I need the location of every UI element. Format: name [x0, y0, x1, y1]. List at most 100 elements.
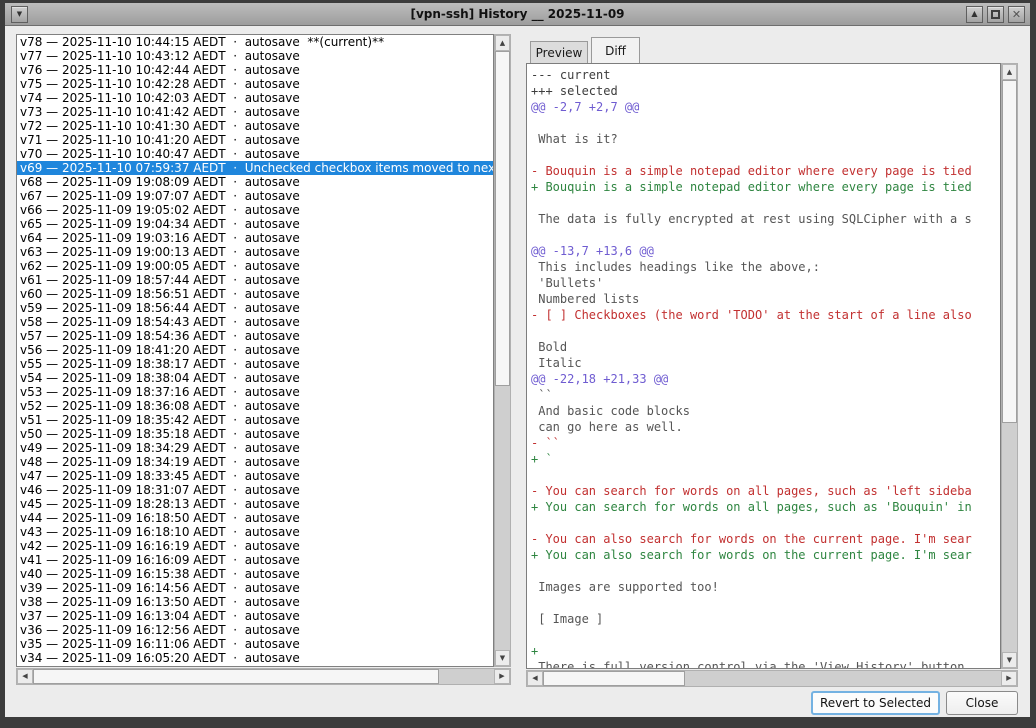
- diff-line: Italic: [531, 355, 1000, 371]
- diff-line: [531, 515, 1000, 531]
- diff-line: [531, 563, 1000, 579]
- scroll-left-arrow-icon[interactable]: ◀: [527, 671, 543, 686]
- history-row[interactable]: v62 — 2025-11-09 19:00:05 AEDT · autosav…: [17, 259, 493, 273]
- scrollbar-track[interactable]: [495, 51, 510, 650]
- history-row[interactable]: v40 — 2025-11-09 16:15:38 AEDT · autosav…: [17, 567, 493, 581]
- history-row[interactable]: v72 — 2025-11-10 10:41:30 AEDT · autosav…: [17, 119, 493, 133]
- history-row[interactable]: v57 — 2025-11-09 18:54:36 AEDT · autosav…: [17, 329, 493, 343]
- history-row[interactable]: v53 — 2025-11-09 18:37:16 AEDT · autosav…: [17, 385, 493, 399]
- maximize-button[interactable]: [987, 6, 1004, 23]
- history-row[interactable]: v78 — 2025-11-10 10:44:15 AEDT · autosav…: [17, 35, 493, 49]
- history-row[interactable]: v58 — 2025-11-09 18:54:43 AEDT · autosav…: [17, 315, 493, 329]
- history-row[interactable]: v50 — 2025-11-09 18:35:18 AEDT · autosav…: [17, 427, 493, 441]
- history-row[interactable]: v59 — 2025-11-09 18:56:44 AEDT · autosav…: [17, 301, 493, 315]
- scroll-down-arrow-icon[interactable]: ▼: [495, 650, 510, 666]
- diff-line: - [ ] Checkboxes (the word 'TODO' at the…: [531, 307, 1000, 323]
- tab-preview-label: Preview: [536, 46, 583, 60]
- history-row[interactable]: v33 — 2025-11-09 16:05:01 AEDT · autosav…: [17, 665, 493, 667]
- scrollbar-thumb[interactable]: [33, 669, 439, 684]
- history-row[interactable]: v35 — 2025-11-09 16:11:06 AEDT · autosav…: [17, 637, 493, 651]
- shade-button[interactable]: ▲: [966, 6, 983, 23]
- diff-line: +: [531, 643, 1000, 659]
- diff-line: Bold: [531, 339, 1000, 355]
- history-row[interactable]: v60 — 2025-11-09 18:56:51 AEDT · autosav…: [17, 287, 493, 301]
- history-row[interactable]: v36 — 2025-11-09 16:12:56 AEDT · autosav…: [17, 623, 493, 637]
- scrollbar-thumb[interactable]: [1002, 80, 1017, 423]
- scroll-left-arrow-icon[interactable]: ◀: [17, 669, 33, 684]
- scrollbar-track[interactable]: [543, 671, 1001, 686]
- scrollbar-track[interactable]: [1002, 80, 1017, 652]
- history-row[interactable]: v69 — 2025-11-10 07:59:37 AEDT · Uncheck…: [17, 161, 493, 175]
- scrollbar-thumb[interactable]: [543, 671, 685, 686]
- scroll-right-arrow-icon[interactable]: ▶: [494, 669, 510, 684]
- diff-line: [531, 595, 1000, 611]
- history-row[interactable]: v76 — 2025-11-10 10:42:44 AEDT · autosav…: [17, 63, 493, 77]
- diff-line: [ Image ]: [531, 611, 1000, 627]
- history-row[interactable]: v75 — 2025-11-10 10:42:28 AEDT · autosav…: [17, 77, 493, 91]
- scroll-right-arrow-icon[interactable]: ▶: [1001, 671, 1017, 686]
- history-row[interactable]: v37 — 2025-11-09 16:13:04 AEDT · autosav…: [17, 609, 493, 623]
- diff-text-view[interactable]: --- current+++ selected@@ -2,7 +2,7 @@ W…: [526, 63, 1001, 669]
- list-vertical-scrollbar[interactable]: ▲ ▼: [494, 34, 511, 667]
- scrollbar-track[interactable]: [33, 669, 494, 684]
- diff-line: - ``: [531, 435, 1000, 451]
- history-row[interactable]: v49 — 2025-11-09 18:34:29 AEDT · autosav…: [17, 441, 493, 455]
- close-button-label: Close: [966, 696, 999, 710]
- history-row[interactable]: v61 — 2025-11-09 18:57:44 AEDT · autosav…: [17, 273, 493, 287]
- history-row[interactable]: v55 — 2025-11-09 18:38:17 AEDT · autosav…: [17, 357, 493, 371]
- diff-line: --- current: [531, 67, 1000, 83]
- diff-line: Images are supported too!: [531, 579, 1000, 595]
- history-row[interactable]: v70 — 2025-11-10 10:40:47 AEDT · autosav…: [17, 147, 493, 161]
- version-history-list[interactable]: v78 — 2025-11-10 10:44:15 AEDT · autosav…: [16, 34, 494, 667]
- diff-vertical-scrollbar[interactable]: ▲ ▼: [1001, 63, 1018, 669]
- tab-preview[interactable]: Preview: [530, 41, 588, 63]
- diff-line: And basic code blocks: [531, 403, 1000, 419]
- history-row[interactable]: v45 — 2025-11-09 18:28:13 AEDT · autosav…: [17, 497, 493, 511]
- history-row[interactable]: v51 — 2025-11-09 18:35:42 AEDT · autosav…: [17, 413, 493, 427]
- history-row[interactable]: v56 — 2025-11-09 18:41:20 AEDT · autosav…: [17, 343, 493, 357]
- diff-line: This includes headings like the above,:: [531, 259, 1000, 275]
- history-row[interactable]: v48 — 2025-11-09 18:34:19 AEDT · autosav…: [17, 455, 493, 469]
- history-row[interactable]: v63 — 2025-11-09 19:00:13 AEDT · autosav…: [17, 245, 493, 259]
- history-row[interactable]: v42 — 2025-11-09 16:16:19 AEDT · autosav…: [17, 539, 493, 553]
- scroll-down-arrow-icon[interactable]: ▼: [1002, 652, 1017, 668]
- scrollbar-thumb[interactable]: [495, 51, 510, 386]
- diff-horizontal-scrollbar[interactable]: ◀ ▶: [526, 670, 1018, 687]
- window-title: [vpn-ssh] History __ 2025-11-09: [5, 7, 1030, 21]
- history-row[interactable]: v65 — 2025-11-09 19:04:34 AEDT · autosav…: [17, 217, 493, 231]
- history-row[interactable]: v67 — 2025-11-09 19:07:07 AEDT · autosav…: [17, 189, 493, 203]
- history-row[interactable]: v47 — 2025-11-09 18:33:45 AEDT · autosav…: [17, 469, 493, 483]
- tab-diff[interactable]: Diff: [591, 37, 640, 63]
- history-row[interactable]: v34 — 2025-11-09 16:05:20 AEDT · autosav…: [17, 651, 493, 665]
- close-window-button[interactable]: ✕: [1008, 6, 1025, 23]
- history-row[interactable]: v64 — 2025-11-09 19:03:16 AEDT · autosav…: [17, 231, 493, 245]
- history-row[interactable]: v66 — 2025-11-09 19:05:02 AEDT · autosav…: [17, 203, 493, 217]
- history-row[interactable]: v77 — 2025-11-10 10:43:12 AEDT · autosav…: [17, 49, 493, 63]
- diff-line: [531, 147, 1000, 163]
- history-row[interactable]: v52 — 2025-11-09 18:36:08 AEDT · autosav…: [17, 399, 493, 413]
- history-row[interactable]: v38 — 2025-11-09 16:13:50 AEDT · autosav…: [17, 595, 493, 609]
- revert-to-selected-button[interactable]: Revert to Selected: [811, 691, 940, 715]
- diff-line: ``: [531, 387, 1000, 403]
- diff-line: @@ -2,7 +2,7 @@: [531, 99, 1000, 115]
- diff-line: [531, 627, 1000, 643]
- list-horizontal-scrollbar[interactable]: ◀ ▶: [16, 668, 511, 685]
- history-row[interactable]: v39 — 2025-11-09 16:14:56 AEDT · autosav…: [17, 581, 493, 595]
- diff-line: [531, 227, 1000, 243]
- history-row[interactable]: v44 — 2025-11-09 16:18:50 AEDT · autosav…: [17, 511, 493, 525]
- close-button[interactable]: Close: [946, 691, 1018, 715]
- maximize-icon: [991, 10, 1000, 19]
- history-row[interactable]: v41 — 2025-11-09 16:16:09 AEDT · autosav…: [17, 553, 493, 567]
- diff-line: Numbered lists: [531, 291, 1000, 307]
- history-row[interactable]: v73 — 2025-11-10 10:41:42 AEDT · autosav…: [17, 105, 493, 119]
- history-row[interactable]: v74 — 2025-11-10 10:42:03 AEDT · autosav…: [17, 91, 493, 105]
- history-row[interactable]: v71 — 2025-11-10 10:41:20 AEDT · autosav…: [17, 133, 493, 147]
- history-window: ▼ [vpn-ssh] History __ 2025-11-09 ▲ ✕ v7…: [0, 0, 1036, 728]
- history-row[interactable]: v68 — 2025-11-09 19:08:09 AEDT · autosav…: [17, 175, 493, 189]
- history-row[interactable]: v46 — 2025-11-09 18:31:07 AEDT · autosav…: [17, 483, 493, 497]
- history-row[interactable]: v43 — 2025-11-09 16:18:10 AEDT · autosav…: [17, 525, 493, 539]
- history-row[interactable]: v54 — 2025-11-09 18:38:04 AEDT · autosav…: [17, 371, 493, 385]
- tab-diff-label: Diff: [605, 44, 626, 58]
- scroll-up-arrow-icon[interactable]: ▲: [495, 35, 510, 51]
- scroll-up-arrow-icon[interactable]: ▲: [1002, 64, 1017, 80]
